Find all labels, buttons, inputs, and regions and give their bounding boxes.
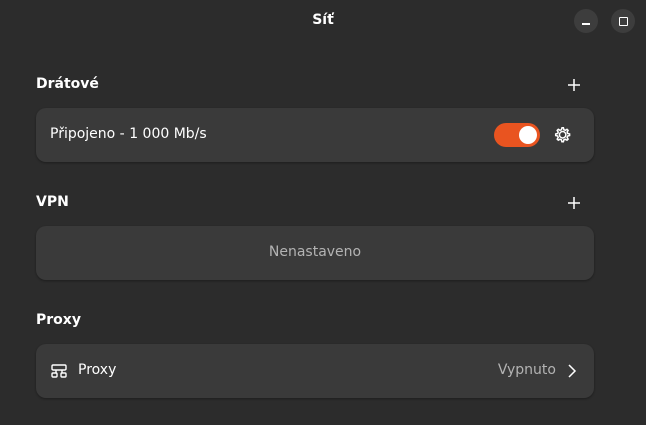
vpn-section-title: VPN <box>36 194 69 210</box>
minimize-icon <box>582 23 590 25</box>
wired-connection-label: Připojeno - 1 000 Mb/s <box>50 126 207 142</box>
proxy-section-header: Proxy <box>36 309 594 333</box>
add-vpn-button[interactable] <box>562 191 586 215</box>
wired-settings-button[interactable] <box>550 123 574 147</box>
maximize-icon <box>618 16 628 26</box>
wired-section-title: Drátové <box>36 76 99 92</box>
proxy-status: Vypnuto <box>497 362 556 378</box>
maximize-button[interactable] <box>611 9 635 33</box>
plus-icon <box>568 197 580 209</box>
proxy-icon <box>51 364 67 378</box>
proxy-row[interactable]: Proxy Vypnuto <box>36 344 594 398</box>
window-title: Síť <box>312 12 334 28</box>
gear-icon <box>554 127 571 143</box>
wired-section-header: Drátové <box>36 73 594 97</box>
vpn-section-header: VPN <box>36 191 594 215</box>
settings-window: Síť Drátové Připojeno - 1 000 Mb/s VPN N… <box>0 0 646 425</box>
add-wired-button[interactable] <box>562 73 586 97</box>
wired-toggle-switch[interactable] <box>494 123 540 147</box>
wired-connection-row: Připojeno - 1 000 Mb/s <box>36 108 594 162</box>
vpn-empty-label: Nenastaveno <box>268 244 362 260</box>
vpn-empty-row: Nenastaveno <box>36 226 594 280</box>
header-bar: Síť <box>0 0 646 42</box>
minimize-button[interactable] <box>574 9 598 33</box>
proxy-row-label: Proxy <box>78 362 117 378</box>
proxy-section-title: Proxy <box>36 312 81 328</box>
plus-icon <box>568 79 580 91</box>
toggle-knob <box>519 126 537 144</box>
chevron-right-icon <box>568 364 577 378</box>
